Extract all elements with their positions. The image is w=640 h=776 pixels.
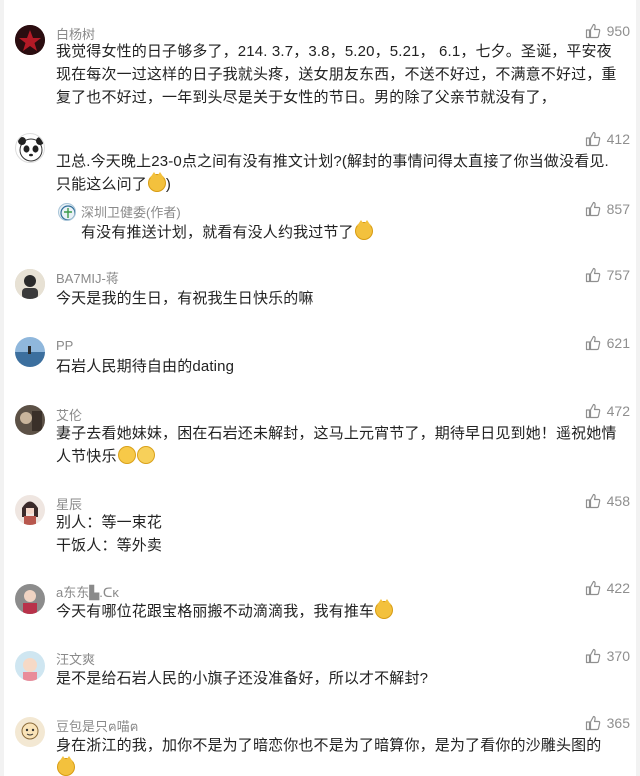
thumbs-up-icon: [585, 715, 600, 731]
avatar[interactable]: [15, 584, 45, 614]
commenter-name[interactable]: PP: [56, 338, 73, 353]
commenter-name[interactable]: 汪文爽: [56, 649, 95, 668]
comment-text: 是不是给石岩人民的小旗子还没准备好，所以才不解封?: [56, 670, 429, 687]
like-button[interactable]: 472: [585, 403, 630, 419]
avatar[interactable]: [15, 495, 45, 525]
avatar[interactable]: [15, 651, 45, 681]
comment-text: 今天有哪位花跟宝格丽搬不动滴滴我，我有推车: [56, 599, 618, 623]
cat-face-emoji: [354, 220, 373, 240]
comment-item: BA7MIJ-蒋 757 今天是我的生日，有祝我生日快乐的嘛: [4, 253, 636, 321]
avatar-lake-icon: [15, 337, 45, 367]
avatar-panda-icon: [18, 137, 44, 162]
like-count: 857: [606, 201, 630, 217]
avatar[interactable]: [15, 405, 45, 435]
avatar[interactable]: [15, 717, 45, 747]
comment-text-body: 身在浙江的我，加你不是为了暗恋你也不是为了暗算你，是为了看你的沙雕头图的: [56, 737, 602, 754]
thumbs-up-icon: [585, 267, 600, 283]
comment-text: 石岩人民期待自由的dating: [56, 358, 235, 375]
comment-item: 艾伦 472 妻子去看她妹妹，困在石岩还未解封，这马上元宵节了，期待早日见到她！…: [4, 391, 636, 481]
commenter-name[interactable]: BA7MIJ-蒋: [56, 268, 119, 287]
comment-text: 身在浙江的我，加你不是为了暗恋你也不是为了暗算你，是为了看你的沙雕头图的: [56, 734, 618, 776]
like-button[interactable]: 370: [585, 648, 630, 664]
like-count: 621: [606, 335, 630, 351]
cat-face-emoji: [147, 172, 166, 192]
teary-face-emoji: [136, 446, 155, 464]
thumbs-up-icon: [585, 201, 600, 217]
avatar-photo-icon: [15, 405, 45, 435]
like-count: 422: [606, 580, 630, 596]
avatar-girl-icon: [15, 495, 45, 525]
like-button[interactable]: 458: [585, 493, 630, 509]
reply-text: 有没有推送计划，就看有没人约我过节了: [81, 220, 618, 244]
thumbs-up-icon: [585, 403, 600, 419]
comment-item: 412 卫总.今天晚上23-0点之间有没有推文计划?(解封的事情问得太直接了你当…: [4, 120, 636, 253]
like-count: 757: [606, 267, 630, 283]
reply-text-body: 有没有推送计划，就看有没人约我过节了: [81, 224, 354, 241]
comment-item: 白杨树 950 我觉得女性的日子够多了，214. 3.7，3.8，5.20，5.…: [4, 0, 636, 120]
thumbs-up-icon: [585, 580, 600, 596]
comment-text: 别人：等一束花 干饭人：等外卖: [56, 514, 163, 554]
thumbs-up-icon: [585, 131, 600, 147]
like-count: 472: [606, 403, 630, 419]
comment-text: 今天是我的生日，有祝我生日快乐的嘛: [56, 290, 314, 307]
avatar-baby-icon: [15, 651, 45, 681]
avatar-person-icon: [15, 269, 45, 299]
like-button[interactable]: 757: [585, 267, 630, 283]
comment-text-body: 今天有哪位花跟宝格丽搬不动滴滴我，我有推车: [56, 603, 375, 620]
crying-face-emoji: [117, 446, 136, 464]
cat-face-emoji: [57, 756, 75, 776]
avatar[interactable]: [15, 337, 45, 367]
commenter-name[interactable]: a东东▙.ᑕĸ: [56, 582, 119, 601]
health-emblem-icon: [60, 205, 75, 220]
comment-item: 汪文爽 370 是不是给石岩人民的小旗子还没准备好，所以才不解封?: [4, 639, 636, 707]
like-count: 458: [606, 493, 630, 509]
thumbs-up-icon: [585, 648, 600, 664]
thumbs-up-icon: [585, 493, 600, 509]
comment-text: 我觉得女性的日子够多了，214. 3.7，3.8，5.20，5.21， 6.1，…: [56, 43, 617, 106]
like-button[interactable]: 621: [585, 335, 630, 351]
like-button[interactable]: 422: [585, 580, 630, 596]
like-button[interactable]: 365: [585, 715, 630, 731]
cat-face-emoji: [375, 599, 394, 619]
avatar-photo-icon: [15, 584, 45, 614]
avatar-star-icon: [15, 25, 45, 55]
avatar-cartoon-icon: [15, 717, 45, 747]
closing-paren: ): [165, 176, 172, 193]
comment-item: 豆包是只ฅ喵ฅ 365 身在浙江的我，加你不是为了暗恋你也不是为了暗算你，是为了…: [4, 707, 636, 776]
reply-author-name[interactable]: 深圳卫健委(作者): [81, 202, 181, 221]
like-count: 412: [606, 131, 630, 147]
like-button[interactable]: 950: [585, 23, 630, 39]
comment-text: 卫总.今天晚上23-0点之间有没有推文计划?(解封的事情问得太直接了你当做没看见…: [56, 150, 618, 196]
avatar[interactable]: [15, 25, 45, 55]
thumbs-up-icon: [585, 23, 600, 39]
like-count: 365: [606, 715, 630, 731]
comment-text: 妻子去看她妹妹，困在石岩还未解封，这马上元宵节了，期待早日见到她！遥祝她情人节快…: [56, 422, 618, 468]
like-count: 950: [606, 23, 630, 39]
like-button[interactable]: 857: [585, 201, 630, 217]
avatar[interactable]: [15, 269, 45, 299]
comment-item: a东东▙.ᑕĸ 422 今天有哪位花跟宝格丽搬不动滴滴我，我有推车: [4, 573, 636, 639]
like-button[interactable]: 412: [585, 131, 630, 147]
reply-avatar[interactable]: [58, 203, 76, 221]
avatar[interactable]: [15, 133, 45, 163]
comment-feed: 白杨树 950 我觉得女性的日子够多了，214. 3.7，3.8，5.20，5.…: [4, 0, 636, 776]
thumbs-up-icon: [585, 335, 600, 351]
comment-item: PP 621 石岩人民期待自由的dating: [4, 321, 636, 391]
like-count: 370: [606, 648, 630, 664]
comment-text-body: 卫总.今天晚上23-0点之间有没有推文计划?(解封的事情问得太直接了你当做没看见…: [56, 153, 609, 193]
comment-item: 星辰 458 别人：等一束花 干饭人：等外卖: [4, 481, 636, 573]
